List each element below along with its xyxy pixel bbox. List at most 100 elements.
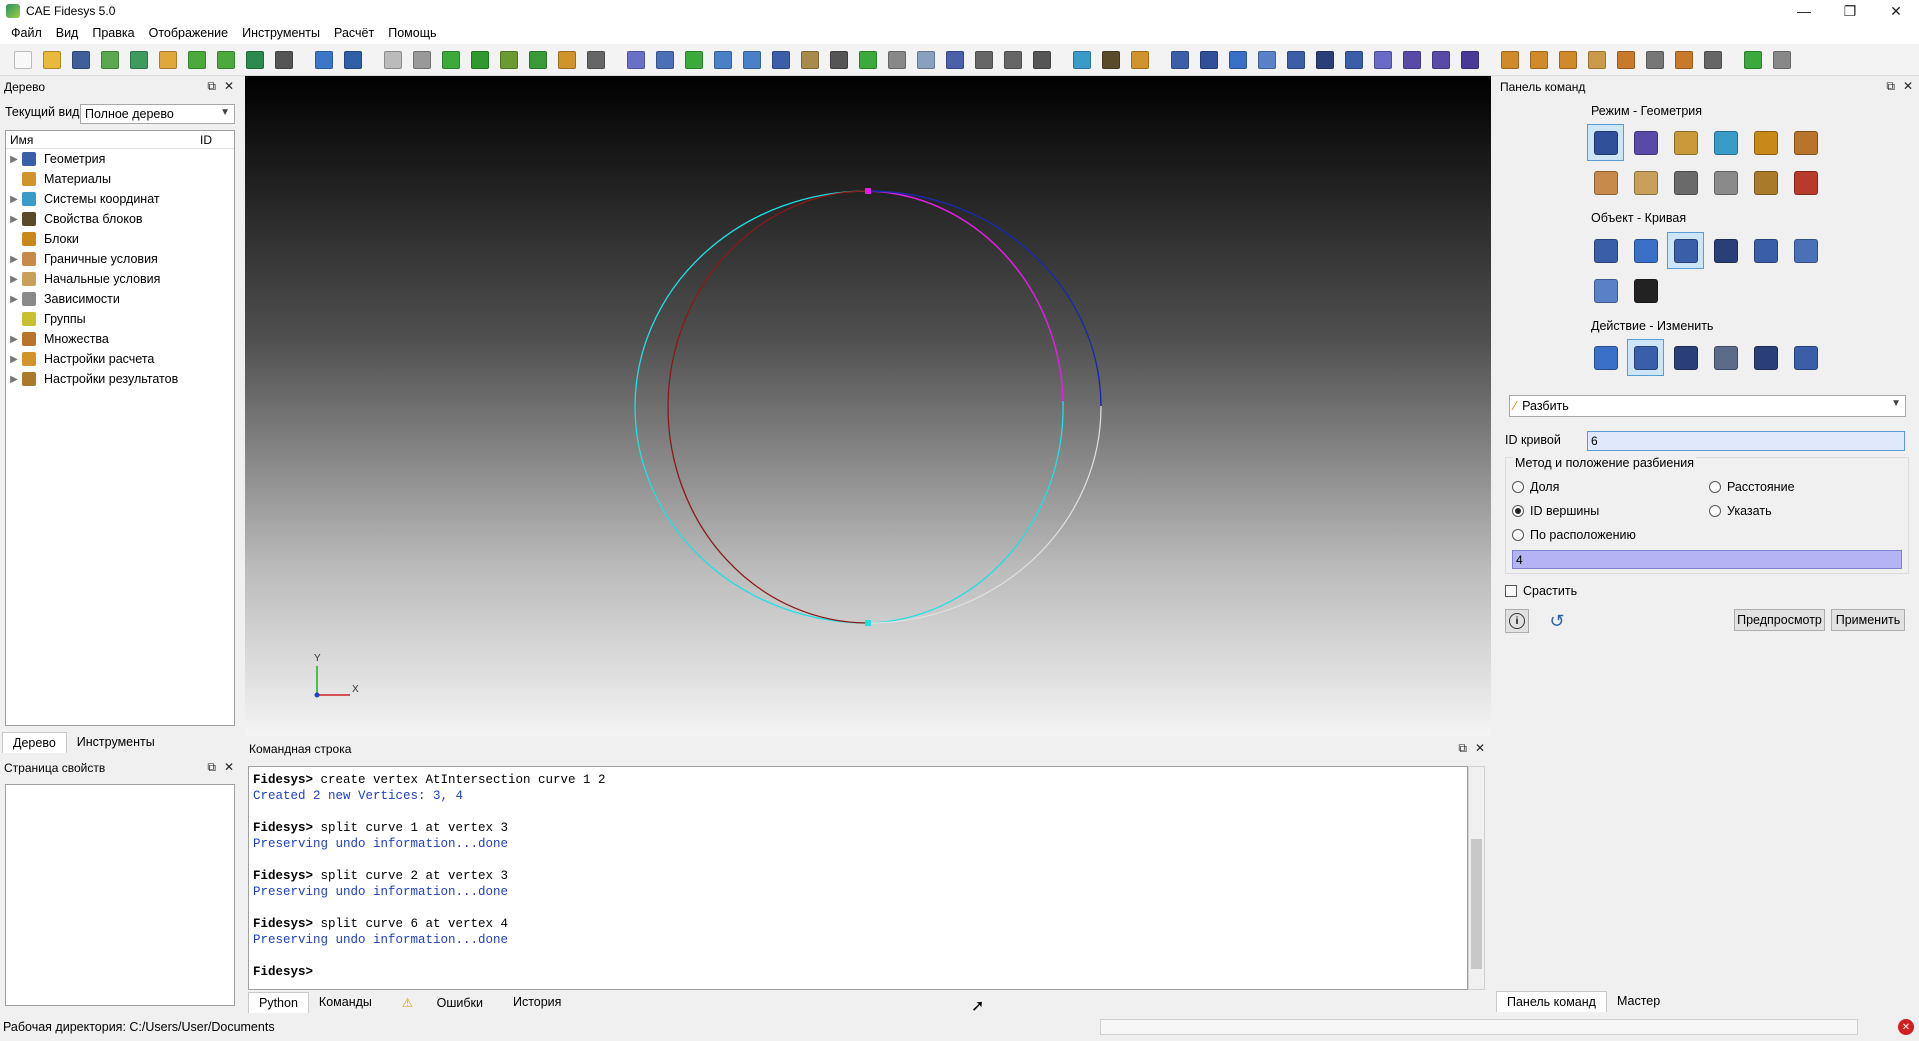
radio-by-location-dot[interactable] <box>1512 529 1524 541</box>
float-icon[interactable]: ⧉ <box>1458 741 1467 756</box>
temperature-button[interactable] <box>1613 48 1639 72</box>
menu-help[interactable]: Помощь <box>381 26 443 40</box>
tree-item[interactable]: Блоки <box>6 229 234 249</box>
select-button[interactable] <box>311 48 337 72</box>
close-button[interactable]: ✕ <box>1873 0 1919 22</box>
curve-magenta[interactable] <box>867 190 1064 402</box>
edge-button[interactable] <box>1370 48 1396 72</box>
menu-display[interactable]: Отображение <box>142 26 235 40</box>
curve-button[interactable] <box>1283 48 1309 72</box>
coordinate-mode-button[interactable] <box>1707 124 1744 161</box>
tab-commands[interactable]: Команды <box>309 992 382 1013</box>
transform-action-button[interactable] <box>1667 339 1704 376</box>
zoom-in-button[interactable] <box>710 48 736 72</box>
expand-arrow-icon[interactable]: ▶ <box>6 154 22 165</box>
delete-action-button[interactable] <box>1747 339 1784 376</box>
tree-item[interactable]: ▶ Граничные условия <box>6 249 234 269</box>
radio-vertex-id-dot[interactable] <box>1512 505 1524 517</box>
window-button[interactable] <box>652 48 678 72</box>
tet-button[interactable] <box>1457 48 1483 72</box>
curve-id-field[interactable] <box>1587 431 1905 451</box>
mesh-mode-button[interactable] <box>1627 124 1664 161</box>
tree-item[interactable]: ▶ Множества <box>6 329 234 349</box>
view-iso-button[interactable] <box>913 48 939 72</box>
tree-col-id[interactable]: ID <box>196 133 212 147</box>
tree-item[interactable]: ▶ Свойства блоков <box>6 209 234 229</box>
volume-object-button[interactable] <box>1587 232 1624 269</box>
vertex-id-field[interactable] <box>1512 550 1902 569</box>
tab-wizard[interactable]: Мастер <box>1607 991 1670 1012</box>
reset-icon[interactable]: ↺ <box>1545 609 1569 633</box>
group-object-button[interactable] <box>1747 232 1784 269</box>
geometry-mode-button[interactable] <box>1587 124 1624 161</box>
radio-specify-dot[interactable] <box>1709 505 1721 517</box>
scrollbar-thumb[interactable] <box>1471 839 1482 969</box>
command-scrollbar[interactable] <box>1468 766 1485 990</box>
radio-fraction[interactable]: Доля <box>1512 480 1559 494</box>
tree-item[interactable]: Группы <box>6 309 234 329</box>
refresh-button[interactable] <box>681 48 707 72</box>
hidden-box-button[interactable] <box>409 48 435 72</box>
save-button[interactable] <box>68 48 94 72</box>
analysis-mode-button[interactable] <box>1787 164 1824 201</box>
menu-file[interactable]: Файл <box>4 26 49 40</box>
expand-arrow-icon[interactable]: ▶ <box>6 194 22 205</box>
view-front-button[interactable] <box>826 48 852 72</box>
curve-cyan-right[interactable] <box>867 400 1064 624</box>
save-as-button[interactable] <box>97 48 123 72</box>
radio-distance-dot[interactable] <box>1709 481 1721 493</box>
expand-arrow-icon[interactable]: ▶ <box>6 354 22 365</box>
body-button[interactable] <box>1225 48 1251 72</box>
play-script-button[interactable] <box>184 48 210 72</box>
tree-item[interactable]: ▶ Настройки расчета <box>6 349 234 369</box>
tab-command-panel[interactable]: Панель команд <box>1496 991 1607 1012</box>
smooth-box-button[interactable] <box>467 48 493 72</box>
export-button[interactable] <box>126 48 152 72</box>
expand-arrow-icon[interactable]: ▶ <box>6 294 22 305</box>
constraint-button[interactable] <box>1526 48 1552 72</box>
axis-button[interactable] <box>1069 48 1095 72</box>
surface-object-button[interactable] <box>1627 232 1664 269</box>
minimize-button[interactable]: — <box>1781 0 1827 22</box>
expand-arrow-icon[interactable]: ▶ <box>6 334 22 345</box>
error-indicator-icon[interactable]: ✕ <box>1898 1019 1914 1035</box>
zoom-out-button[interactable] <box>739 48 765 72</box>
info-button[interactable]: i <box>1505 609 1529 633</box>
curve-darkred[interactable] <box>667 190 869 624</box>
text-object-button[interactable] <box>1627 272 1664 309</box>
open-folder-button[interactable] <box>39 48 65 72</box>
tab-errors[interactable]: ⚠ Ошибки <box>382 992 503 1013</box>
table-mode-button[interactable] <box>1707 164 1744 201</box>
tree-item[interactable]: ▶ Начальные условия <box>6 269 234 289</box>
measure-object-button[interactable] <box>1587 272 1624 309</box>
preview-button[interactable]: Предпросмотр <box>1734 609 1825 631</box>
tab-history[interactable]: История <box>503 992 571 1013</box>
grid-button[interactable] <box>583 48 609 72</box>
radio-by-location[interactable]: По расположению <box>1512 528 1636 542</box>
vertex-object-button[interactable] <box>1707 232 1744 269</box>
force-button[interactable] <box>1555 48 1581 72</box>
undo-button[interactable] <box>340 48 366 72</box>
sets-mode-button[interactable] <box>1787 124 1824 161</box>
probe-button[interactable] <box>1769 48 1795 72</box>
vertex-button[interactable] <box>1312 48 1338 72</box>
body-object-button[interactable] <box>1787 232 1824 269</box>
geometry-button[interactable] <box>496 48 522 72</box>
radio-fraction-dot[interactable] <box>1512 481 1524 493</box>
merge-checkbox-row[interactable]: Срастить <box>1505 584 1577 598</box>
mesh-box-button[interactable] <box>525 48 551 72</box>
curve-cyan-left[interactable] <box>634 190 869 624</box>
journal-button[interactable] <box>155 48 181 72</box>
material-mode-button[interactable] <box>1667 124 1704 161</box>
apply-button[interactable]: Применить <box>1831 609 1905 631</box>
vertex-3-marker[interactable] <box>865 188 871 194</box>
contact-button[interactable] <box>1642 48 1668 72</box>
view-right-button[interactable] <box>1000 48 1026 72</box>
vertex-4-marker[interactable] <box>865 620 871 626</box>
menu-tools[interactable]: Инструменты <box>235 26 327 40</box>
pressure-button[interactable] <box>1584 48 1610 72</box>
load-button[interactable] <box>1497 48 1523 72</box>
graphics-viewport[interactable]: X Y <box>245 76 1491 736</box>
cube-button[interactable] <box>623 48 649 72</box>
menu-calculation[interactable]: Расчёт <box>327 26 381 40</box>
